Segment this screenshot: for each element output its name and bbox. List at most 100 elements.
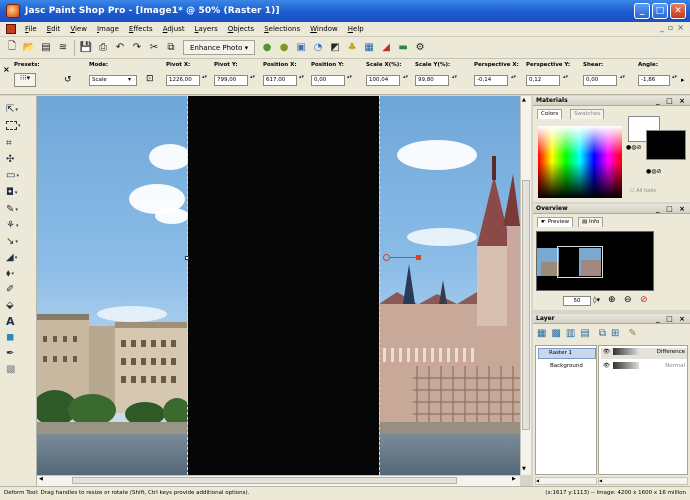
- mdi-close-icon[interactable]: ×: [677, 23, 684, 32]
- pivot-x-field[interactable]: 1226,00: [166, 75, 200, 86]
- deform-tool-icon[interactable]: ▾: [6, 118, 32, 133]
- picture-tube-icon[interactable]: ✐: [6, 282, 32, 297]
- close-button[interactable]: ✕: [670, 3, 686, 19]
- menu-objects[interactable]: Objects: [223, 22, 259, 37]
- overview-thumbnail[interactable]: [536, 231, 654, 291]
- close-options-icon[interactable]: ×: [3, 65, 10, 74]
- menu-layers[interactable]: Layers: [190, 22, 223, 37]
- scratch-remover-icon[interactable]: ↘ ▾: [6, 234, 32, 249]
- scale-y-spinner[interactable]: ▴▾: [451, 75, 458, 86]
- duplicate-layer-icon[interactable]: ▤: [580, 328, 589, 339]
- scale-x-field[interactable]: 100,04: [366, 75, 400, 86]
- scroll-up-icon[interactable]: ▲: [522, 97, 526, 103]
- pivot-point-handle[interactable]: [383, 254, 390, 261]
- mdi-minimize-icon[interactable]: _: [660, 23, 664, 32]
- copy-icon[interactable]: ⧉: [163, 40, 179, 56]
- image-icon[interactable]: ▣: [293, 40, 309, 56]
- zoom-out-icon[interactable]: ⊖: [624, 295, 632, 305]
- scroll-left-icon[interactable]: ◀: [39, 476, 43, 482]
- menu-image[interactable]: Image: [92, 22, 124, 37]
- selection-tool-icon[interactable]: ▭ ▾: [6, 168, 32, 183]
- undo-icon[interactable]: ↶: [112, 40, 128, 56]
- position-y-spinner[interactable]: ▴▾: [346, 75, 353, 86]
- menu-view[interactable]: View: [65, 22, 92, 37]
- image-canvas[interactable]: [37, 96, 520, 475]
- print-icon[interactable]: ⎙: [95, 40, 111, 56]
- delete-layer-icon[interactable]: ⊞: [611, 328, 619, 339]
- menu-help[interactable]: Help: [343, 22, 369, 37]
- new-mask-layer-icon[interactable]: ▥: [566, 328, 575, 339]
- reset-icon[interactable]: ↺: [64, 75, 72, 85]
- menu-edit[interactable]: Edit: [42, 22, 66, 37]
- flood-fill-icon[interactable]: ⬙: [6, 298, 32, 313]
- save-icon[interactable]: 💾: [78, 40, 94, 56]
- menu-selections[interactable]: Selections: [259, 22, 305, 37]
- color-balance-icon[interactable]: ●: [276, 40, 292, 56]
- perspective-x-field[interactable]: -0,14: [474, 75, 508, 86]
- tab-info[interactable]: ▤ Info: [578, 217, 604, 227]
- overview-close-icon[interactable]: _ □ ×: [656, 204, 687, 214]
- shear-spinner[interactable]: ▴▾: [619, 75, 626, 86]
- layer-row-raster-1[interactable]: Raster 1: [538, 348, 596, 359]
- enhance-photo-button[interactable]: Enhance Photo ▾: [183, 40, 256, 55]
- cut-icon[interactable]: ✂: [146, 40, 162, 56]
- blend-mode[interactable]: Difference: [657, 348, 685, 357]
- visibility-eye-icon[interactable]: 👁: [603, 349, 610, 355]
- palette-close-icon[interactable]: _ □ ×: [656, 96, 687, 106]
- tab-swatches[interactable]: Swatches: [570, 109, 605, 119]
- perspective-x-spinner[interactable]: ▴▾: [510, 75, 517, 86]
- scan-icon[interactable]: ≋: [55, 40, 71, 56]
- scroll-right-icon[interactable]: ▶: [512, 476, 516, 482]
- perspective-y-field[interactable]: 0,12: [526, 75, 560, 86]
- dodge-icon[interactable]: ◢ ▾: [6, 250, 32, 265]
- move-tool-icon[interactable]: ✣: [6, 152, 32, 167]
- pivot-x-spinner[interactable]: ▴▾: [201, 75, 208, 86]
- document-icon[interactable]: [6, 24, 16, 34]
- horizontal-scroll-thumb[interactable]: [72, 477, 457, 484]
- shear-field[interactable]: 0,00: [583, 75, 617, 86]
- perspective-y-spinner[interactable]: ▴▾: [562, 75, 569, 86]
- blend-mode[interactable]: Normal: [665, 362, 685, 371]
- tab-colors[interactable]: Colors: [537, 109, 563, 119]
- histogram-icon[interactable]: ◩: [327, 40, 343, 56]
- tool-options-icon[interactable]: ⚙: [412, 40, 428, 56]
- angle-field[interactable]: -1,86: [638, 75, 670, 86]
- position-x-field[interactable]: 617,00: [263, 75, 297, 86]
- paint-brush-icon[interactable]: ✎ ▾: [6, 202, 32, 217]
- pen-tool-icon[interactable]: ✒: [6, 346, 32, 361]
- menu-effects[interactable]: Effects: [124, 22, 158, 37]
- scale-x-spinner[interactable]: ▴▾: [402, 75, 409, 86]
- visibility-eye-icon[interactable]: 👁: [603, 363, 610, 369]
- crop-tool-icon[interactable]: ⌗: [6, 136, 32, 151]
- tab-preview[interactable]: ☛ Preview: [537, 217, 574, 227]
- layer-props-row-2[interactable]: 👁 Normal: [601, 362, 687, 373]
- new-group-icon[interactable]: ⧉: [599, 328, 606, 339]
- deform-handle-left[interactable]: [185, 256, 189, 260]
- text-tool-icon[interactable]: A: [6, 314, 32, 329]
- layer-properties-icon[interactable]: ✎: [628, 328, 636, 339]
- layer-list-scrollbar[interactable]: ◀: [535, 477, 597, 485]
- presets-dropdown[interactable]: ⁝⁝⁝▾: [14, 73, 36, 87]
- layer-row-background[interactable]: Background: [542, 362, 596, 373]
- position-x-spinner[interactable]: ▴▾: [298, 75, 305, 86]
- opacity-slider[interactable]: [612, 348, 639, 355]
- zoom-in-icon[interactable]: ⊕: [608, 295, 616, 305]
- scale-y-field[interactable]: 99,80: [415, 75, 449, 86]
- layer-props-row-1[interactable]: 👁 Difference: [601, 348, 687, 359]
- rotation-handle[interactable]: [416, 255, 421, 260]
- menu-adjust[interactable]: Adjust: [158, 22, 190, 37]
- browse-icon[interactable]: ▤: [38, 40, 54, 56]
- new-raster-layer-icon[interactable]: ▦: [537, 328, 546, 339]
- palette-icon[interactable]: ♣: [344, 40, 360, 56]
- angle-spinner[interactable]: ▴▾: [671, 75, 678, 86]
- new-vector-layer-icon[interactable]: ▩: [551, 328, 560, 339]
- maximize-button[interactable]: □: [652, 3, 668, 19]
- layers-close-icon[interactable]: _ □ ×: [656, 314, 687, 324]
- vertical-scroll-thumb[interactable]: [522, 180, 530, 430]
- material-options-icon-2[interactable]: ●◍⊘: [646, 168, 662, 175]
- overview-icon[interactable]: ▬: [395, 40, 411, 56]
- layers-palette-icon[interactable]: ▦: [361, 40, 377, 56]
- object-selector-icon[interactable]: ▩: [6, 362, 32, 377]
- material-options-icon[interactable]: ●◍⊘: [626, 144, 642, 151]
- dropper-tool-icon[interactable]: ◘ ▾: [6, 185, 32, 200]
